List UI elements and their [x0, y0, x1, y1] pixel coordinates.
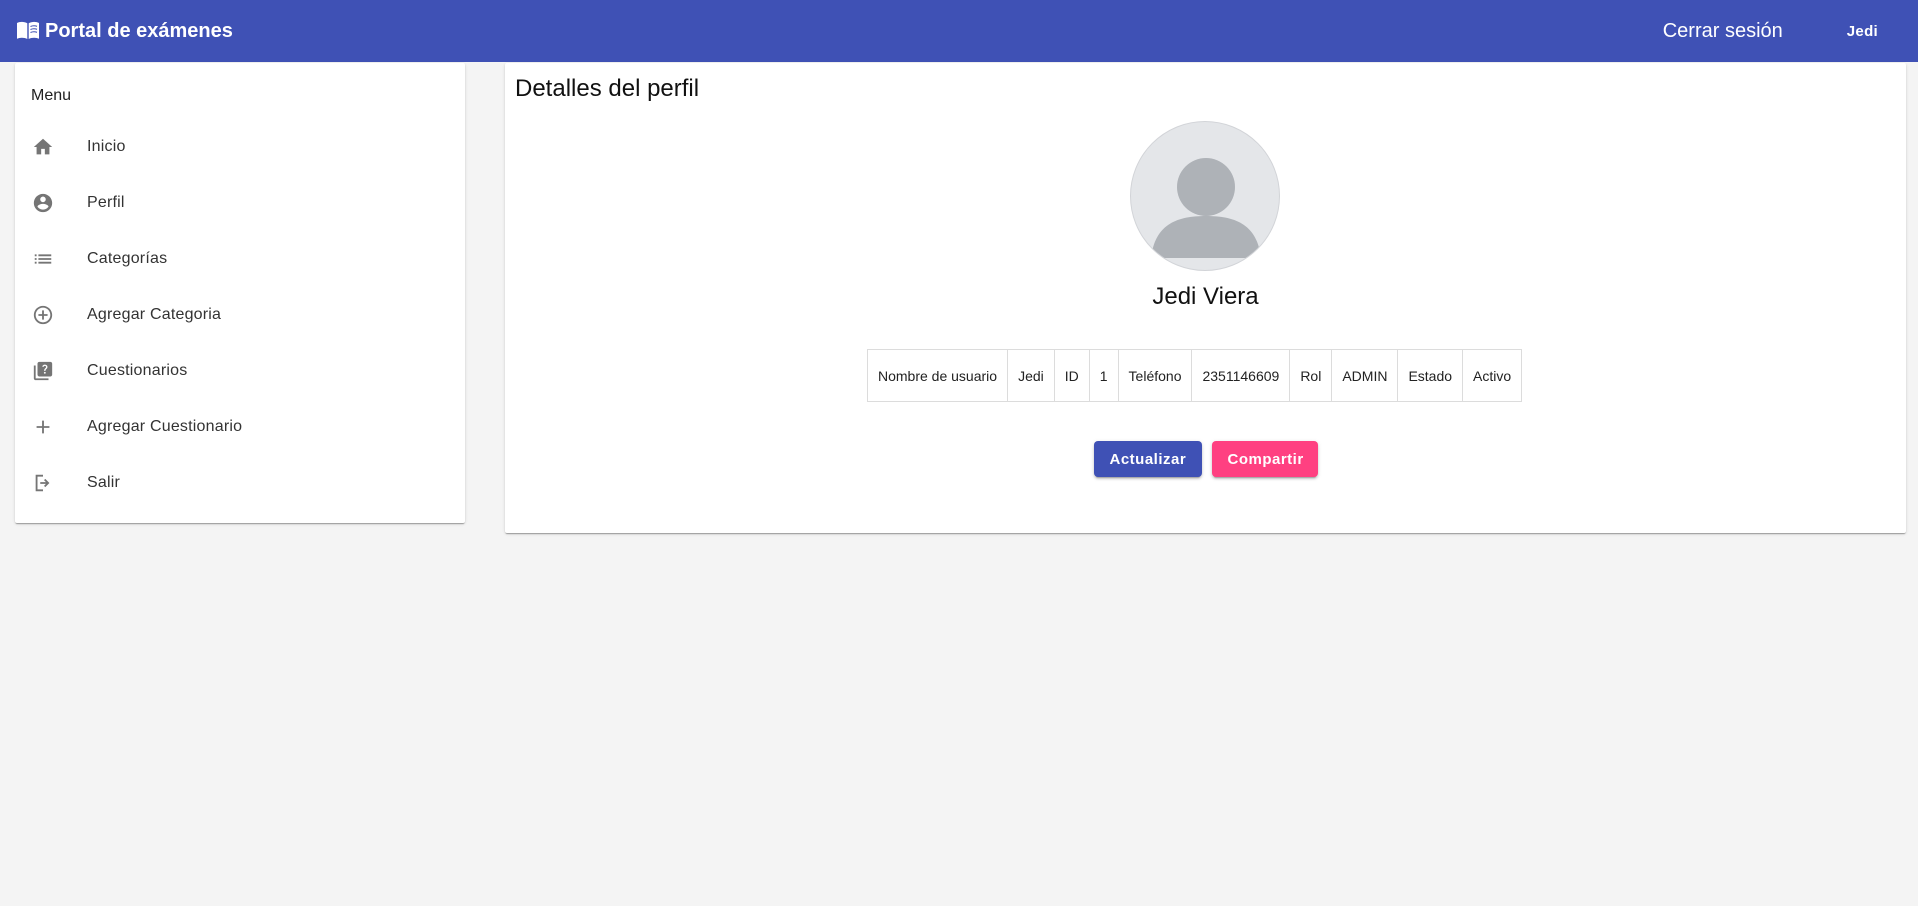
- logout-icon: [31, 471, 55, 495]
- profile-name: Jedi Viera: [1152, 283, 1259, 310]
- field-value-id: 1: [1088, 349, 1119, 402]
- sidebar: Menu Inicio Perfil Categorías Agregar Ca…: [15, 63, 465, 523]
- sidebar-item-categorias[interactable]: Categorías: [15, 231, 465, 287]
- field-label-status: Estado: [1397, 349, 1464, 402]
- account-circle-icon: [31, 191, 55, 215]
- sidebar-item-label: Inicio: [87, 138, 126, 155]
- brand[interactable]: Portal de exámenes: [16, 20, 233, 43]
- sidebar-item-label: Cuestionarios: [87, 362, 188, 379]
- sidebar-item-label: Agregar Categoria: [87, 306, 222, 323]
- sidebar-item-label: Salir: [87, 474, 121, 491]
- profile-actions: Actualizar Compartir: [505, 441, 1906, 477]
- avatar: [1130, 121, 1280, 271]
- table-row: Nombre de usuario Jedi ID 1 Teléfono 235…: [866, 349, 1523, 402]
- field-value-status: Activo: [1462, 349, 1523, 402]
- field-value-role: ADMIN: [1331, 349, 1399, 402]
- app-title: Portal de exámenes: [45, 19, 233, 42]
- sidebar-item-label: Agregar Cuestionario: [87, 418, 243, 435]
- logout-link[interactable]: Cerrar sesión: [1663, 20, 1783, 43]
- sidebar-item-agregar-categoria[interactable]: Agregar Categoria: [15, 287, 465, 343]
- user-menu-button[interactable]: Jedi: [1847, 23, 1878, 40]
- sidebar-item-salir[interactable]: Salir: [15, 455, 465, 511]
- quiz-icon: [31, 359, 55, 383]
- share-button[interactable]: Compartir: [1211, 441, 1318, 477]
- list-icon: [31, 247, 55, 271]
- field-value-username: Jedi: [1007, 349, 1055, 402]
- sidebar-item-label: Perfil: [87, 194, 125, 211]
- home-icon: [31, 135, 55, 159]
- avatar-silhouette-icon: [1151, 158, 1261, 258]
- field-value-phone: 2351146609: [1191, 349, 1291, 402]
- book-icon: [16, 20, 40, 42]
- sidebar-item-agregar-cuestionario[interactable]: Agregar Cuestionario: [15, 399, 465, 455]
- profile-details-table: Nombre de usuario Jedi ID 1 Teléfono 235…: [866, 349, 1523, 402]
- sidebar-item-cuestionarios[interactable]: Cuestionarios: [15, 343, 465, 399]
- sidebar-item-inicio[interactable]: Inicio: [15, 119, 465, 175]
- page-title: Detalles del perfil: [515, 75, 700, 102]
- field-label-username: Nombre de usuario: [866, 349, 1009, 402]
- profile-card: Detalles del perfil Jedi Viera Nombre de…: [505, 63, 1906, 533]
- field-label-id: ID: [1053, 349, 1090, 402]
- field-label-phone: Teléfono: [1117, 349, 1193, 402]
- sidebar-item-perfil[interactable]: Perfil: [15, 175, 465, 231]
- plus-icon: [31, 415, 55, 439]
- add-circle-outline-icon: [31, 303, 55, 327]
- sidebar-heading: Menu: [31, 87, 72, 104]
- field-label-role: Rol: [1289, 349, 1333, 402]
- update-button[interactable]: Actualizar: [1093, 441, 1202, 477]
- sidebar-item-label: Categorías: [87, 250, 168, 267]
- top-toolbar: Portal de exámenes Cerrar sesión Jedi: [0, 0, 1918, 62]
